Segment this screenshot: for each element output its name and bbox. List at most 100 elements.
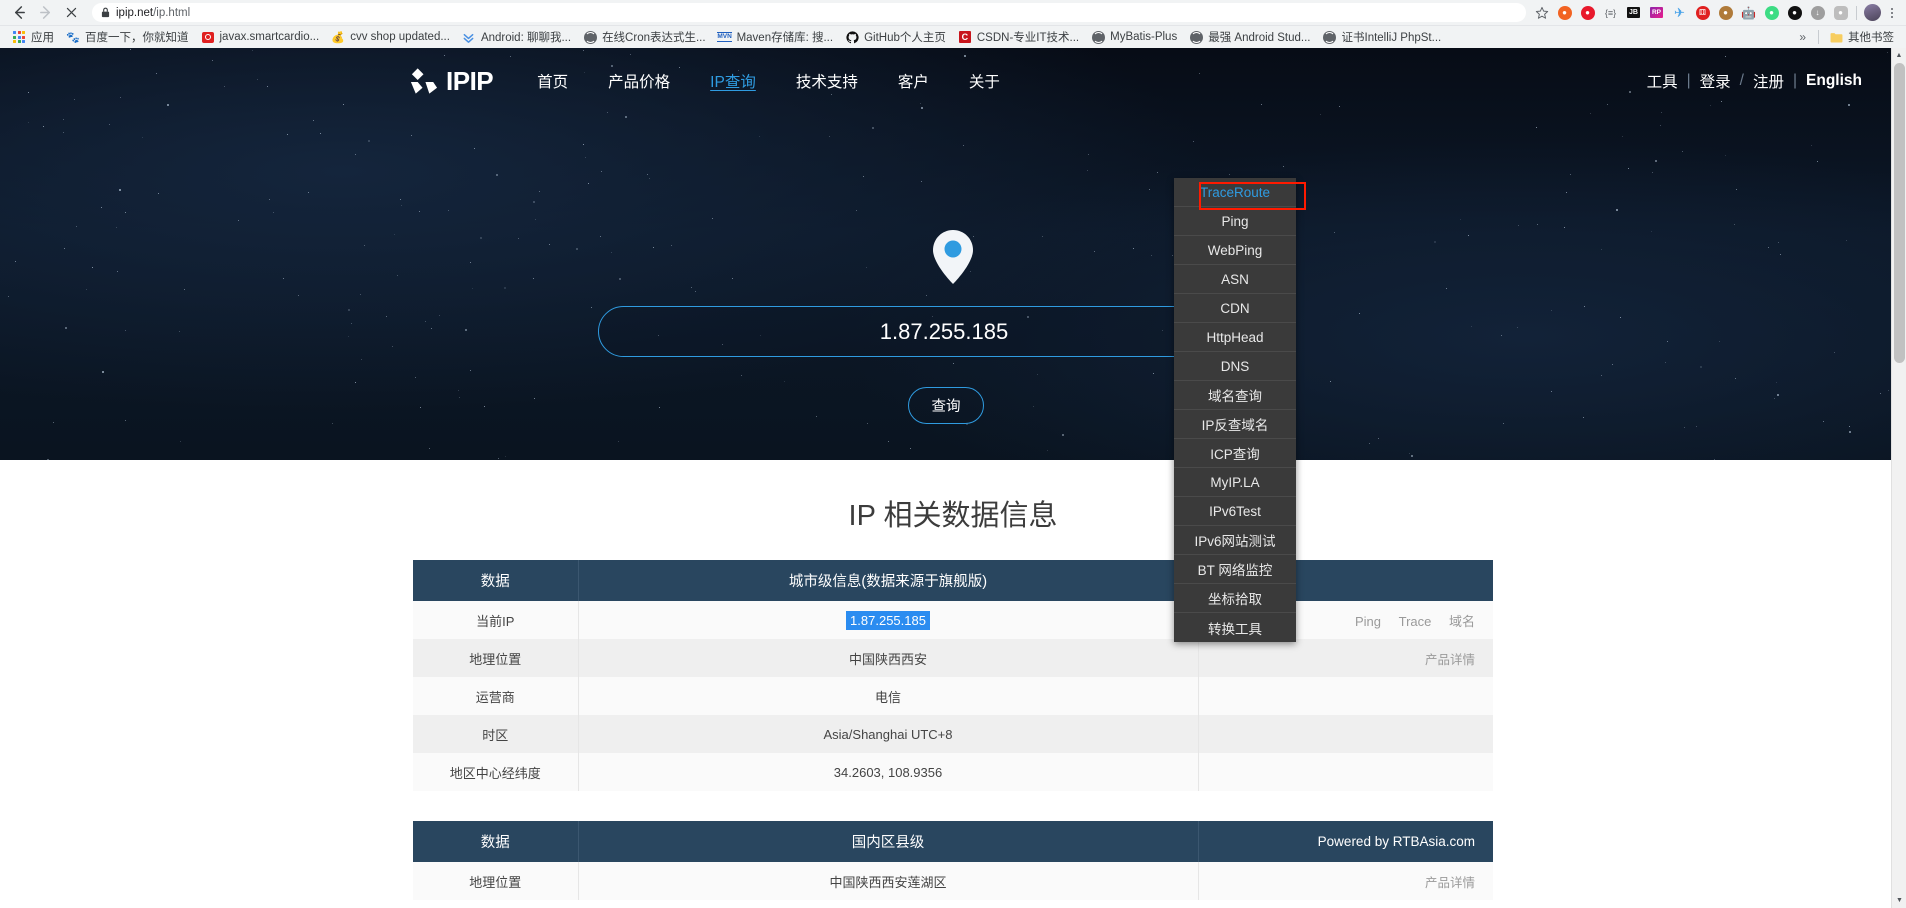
bookmark-item-9[interactable]: 最强 Android Stud...: [1183, 27, 1316, 47]
bookmark-label: 百度一下，你就知道: [85, 32, 189, 44]
table-body: 当前IP 1.87.255.185 Ping Trace 域名 地理位置 中国陕…: [413, 601, 1493, 791]
bookmark-item-8[interactable]: MyBatis-Plus: [1085, 28, 1183, 46]
row-value: 34.2603, 108.9356: [578, 753, 1199, 791]
extension-rp-icon[interactable]: RP: [1646, 2, 1667, 23]
bookmark-item-7[interactable]: C CSDN-专业IT技术...: [952, 27, 1085, 47]
folder-icon: [1829, 30, 1843, 44]
extension-monkey-icon[interactable]: ●: [1715, 2, 1736, 23]
nav-separator: |: [1686, 72, 1691, 89]
chrome-menu-icon[interactable]: [1884, 7, 1900, 19]
extension-eyes-icon[interactable]: ●: [1784, 2, 1805, 23]
dropdown-item-myip-la[interactable]: MyIP.LA: [1174, 468, 1296, 497]
extension-download-icon[interactable]: ↓: [1807, 2, 1828, 23]
bookmark-other-folder[interactable]: 其他书签: [1823, 27, 1900, 47]
ping-link[interactable]: Ping: [1355, 614, 1381, 629]
bookmark-item-0[interactable]: 🐾 百度一下，你就知道: [60, 27, 195, 47]
dropdown-item-webping[interactable]: WebPing: [1174, 236, 1296, 265]
bookmark-label: 在线Cron表达式生...: [602, 32, 706, 44]
globe-icon: [583, 30, 597, 44]
dropdown-item-bt-monitor[interactable]: BT 网络监控: [1174, 555, 1296, 584]
nav-link-pricing[interactable]: 产品价格: [608, 70, 670, 92]
dropdown-item-ipv6test[interactable]: IPv6Test: [1174, 497, 1296, 526]
dropdown-item-cdn[interactable]: CDN: [1174, 294, 1296, 323]
profile-avatar[interactable]: [1864, 4, 1881, 21]
dropdown-item-traceroute[interactable]: TraceRoute: [1174, 178, 1296, 207]
table-head: 数据 城市级信息(数据来源于旗舰版): [413, 560, 1493, 601]
dropdown-item-domain-query[interactable]: 域名查询: [1174, 381, 1296, 410]
row-value: 电信: [578, 677, 1199, 715]
dropdown-item-ipv6-site-test[interactable]: IPv6网站测试: [1174, 526, 1296, 555]
bookmark-item-5[interactable]: MVN Maven存储库: 搜...: [712, 27, 840, 47]
row-label: 地理位置: [413, 862, 579, 900]
product-detail-link[interactable]: 产品详情: [1198, 862, 1493, 900]
product-detail-link[interactable]: 产品详情: [1198, 639, 1493, 677]
dropdown-item-httphead[interactable]: HttpHead: [1174, 323, 1296, 352]
bookmark-item-6[interactable]: GitHub个人主页: [839, 27, 952, 47]
url-path: /ip.html: [153, 6, 191, 19]
trace-link[interactable]: Trace: [1399, 614, 1432, 629]
nav-link-support[interactable]: 技术支持: [796, 70, 858, 92]
nav-link-register[interactable]: 注册: [1753, 70, 1784, 92]
bookmark-apps[interactable]: 应用: [6, 27, 60, 47]
selected-ip-value[interactable]: 1.87.255.185: [846, 610, 930, 630]
extension-bird-icon[interactable]: ✈: [1669, 2, 1690, 23]
page-scrollbar[interactable]: ▲ ▼: [1891, 48, 1906, 908]
extension-red-flame-icon[interactable]: ●: [1577, 2, 1598, 23]
site-logo[interactable]: IPIP: [408, 66, 494, 97]
address-bar[interactable]: ipip.net/ip.html: [92, 3, 1526, 22]
table-header-data: 数据: [413, 560, 579, 601]
bookmark-item-1[interactable]: javax.smartcardio...: [195, 28, 326, 46]
row-value: Asia/Shanghai UTC+8: [578, 715, 1199, 753]
bookmark-label: javax.smartcardio...: [219, 31, 320, 43]
toolbar-divider: [1856, 5, 1857, 20]
stop-x-icon[interactable]: [58, 2, 84, 24]
dropdown-item-asn[interactable]: ASN: [1174, 265, 1296, 294]
table-header-data: 数据: [413, 821, 579, 862]
nav-link-tools[interactable]: 工具: [1647, 70, 1678, 92]
query-button[interactable]: 查询: [908, 387, 984, 424]
dropdown-item-ping[interactable]: Ping: [1174, 207, 1296, 236]
extension-line-icon[interactable]: ●: [1830, 2, 1851, 23]
extension-orange-icon[interactable]: ●: [1554, 2, 1575, 23]
row-extra: [1198, 753, 1493, 791]
bookmark-star-icon[interactable]: [1531, 2, 1552, 23]
bookmarks-overflow-button[interactable]: »: [1791, 30, 1814, 44]
bookmarks-bar: 应用 🐾 百度一下，你就知道 javax.smartcardio... 💰 cv…: [0, 25, 1906, 48]
bookmarks-divider: [1818, 30, 1819, 44]
extension-jb-icon[interactable]: JB: [1623, 2, 1644, 23]
bookmark-item-2[interactable]: 💰 cvv shop updated...: [325, 28, 456, 46]
domain-link[interactable]: 域名: [1449, 614, 1475, 629]
nav-link-english[interactable]: English: [1806, 72, 1862, 90]
tools-dropdown-menu[interactable]: TraceRoute Ping WebPing ASN CDN HttpHead…: [1174, 178, 1296, 642]
bookmark-label: cvv shop updated...: [350, 31, 450, 43]
bookmark-item-3[interactable]: Android: 聊聊我...: [456, 27, 577, 47]
scroll-down-arrow-icon[interactable]: ▼: [1892, 893, 1906, 908]
row-label: 地区中心经纬度: [413, 753, 579, 791]
extension-android-green-icon[interactable]: ●: [1761, 2, 1782, 23]
dropdown-item-reverse-ip[interactable]: IP反查域名: [1174, 410, 1296, 439]
table-row: 地理位置 中国陕西西安莲湖区 产品详情: [413, 862, 1493, 900]
dropdown-item-dns[interactable]: DNS: [1174, 352, 1296, 381]
bookmark-label: Android: 聊聊我...: [480, 32, 572, 44]
forward-arrow-icon[interactable]: [32, 2, 58, 24]
nav-link-customers[interactable]: 客户: [898, 70, 929, 92]
bookmark-item-10[interactable]: 证书IntelliJ PhpSt...: [1317, 27, 1448, 47]
extension-dice-icon[interactable]: ⚅: [1692, 2, 1713, 23]
extension-android-gray-icon[interactable]: 🤖: [1738, 2, 1759, 23]
dropdown-item-icp-query[interactable]: ICP查询: [1174, 439, 1296, 468]
apps-grid-icon: [12, 30, 26, 44]
bookmark-item-4[interactable]: 在线Cron表达式生...: [577, 27, 712, 47]
row-value: 1.87.255.185: [578, 601, 1199, 639]
extension-braces-icon[interactable]: {≡}: [1600, 2, 1621, 23]
dropdown-item-converter[interactable]: 转换工具: [1174, 613, 1296, 642]
nav-link-ip-query[interactable]: IP查询: [710, 70, 756, 92]
page-viewport: IPIP 首页 产品价格 IP查询 技术支持 客户 关于 工具 | 登录 / 注…: [0, 48, 1906, 908]
dropdown-item-coordinate-picker[interactable]: 坐标拾取: [1174, 584, 1296, 613]
table-header-city-info: 城市级信息(数据来源于旗舰版): [578, 560, 1199, 601]
bookmark-label: Maven存储库: 搜...: [736, 32, 834, 44]
nav-link-home[interactable]: 首页: [537, 70, 568, 92]
ip-data-table-district: 数据 国内区县级 Powered by RTBAsia.com 地理位置 中国陕…: [413, 821, 1493, 900]
nav-link-login[interactable]: 登录: [1700, 70, 1731, 92]
nav-link-about[interactable]: 关于: [969, 70, 1000, 92]
back-arrow-icon[interactable]: [6, 2, 32, 24]
